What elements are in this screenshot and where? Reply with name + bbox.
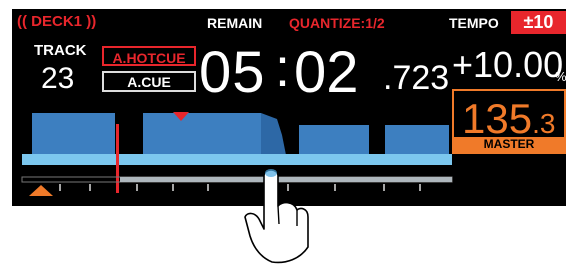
finger-touch-icon [244,169,309,264]
